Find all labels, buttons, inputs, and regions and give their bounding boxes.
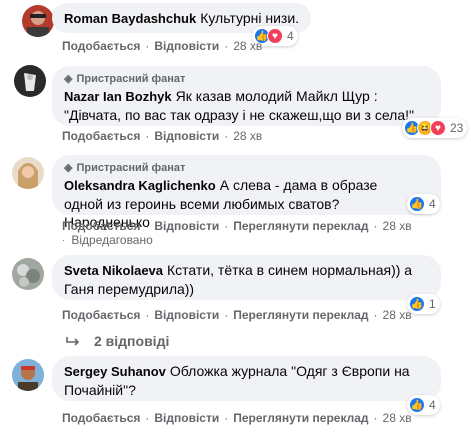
see-translation-link[interactable]: Переглянути переклад	[233, 410, 368, 426]
reaction-count: 4	[287, 29, 294, 43]
badge-label: Пристрасний фанат	[76, 73, 186, 85]
like-button[interactable]: Подобається	[62, 128, 140, 144]
love-icon: ♥	[267, 28, 283, 44]
reply-arrow-icon	[66, 337, 80, 346]
fan-badge: ◈ Пристрасний фанат	[64, 72, 429, 86]
love-icon: ♥	[430, 120, 446, 136]
reply-button[interactable]: Відповісти	[154, 38, 219, 54]
avatar[interactable]	[12, 157, 44, 189]
timestamp[interactable]: 28 хв	[233, 38, 262, 54]
fan-badge: ◈ Пристрасний фанат	[64, 161, 429, 175]
avatar[interactable]	[12, 258, 44, 290]
comment-actions: Подобається · Відповісти · Переглянути п…	[62, 410, 412, 426]
timestamp[interactable]: 28 хв	[383, 307, 412, 323]
like-button[interactable]: Подобається	[62, 218, 140, 234]
like-button[interactable]: Подобається	[62, 38, 140, 54]
comment-actions: Подобається · Відповісти · Переглянути п…	[62, 307, 412, 323]
comment-actions: Подобається · Відповісти · 28 хв	[62, 38, 263, 54]
timestamp[interactable]: 28 хв	[383, 410, 412, 426]
comment-bubble: ◈ Пристрасний фанат Oleksandra Kaglichen…	[52, 155, 441, 230]
comment-author[interactable]: Nazar Ian Bozhyk	[64, 89, 172, 104]
diamond-icon: ◈	[64, 73, 73, 85]
comment-author[interactable]: Roman Baydashchuk	[64, 11, 196, 26]
reply-button[interactable]: Відповісти	[154, 307, 219, 323]
avatar[interactable]	[22, 5, 54, 37]
reactions-summary[interactable]: 👍 😆 ♥ 23	[402, 118, 468, 138]
reactions-summary[interactable]: 👍 4	[407, 395, 440, 415]
comment-author[interactable]: Sergey Suhanov	[64, 364, 166, 379]
comment-text: Культурні низи.	[200, 10, 300, 26]
see-translation-link[interactable]: Переглянути переклад	[233, 218, 368, 234]
avatar[interactable]	[12, 359, 44, 391]
like-button[interactable]: Подобається	[62, 410, 140, 426]
badge-label: Пристрасний фанат	[76, 162, 186, 174]
reaction-count: 4	[429, 197, 436, 211]
replies-count[interactable]: 2 відповіді	[94, 333, 169, 349]
reactions-summary[interactable]: 👍 4	[407, 194, 440, 214]
reaction-count: 1	[429, 297, 436, 311]
comment-author[interactable]: Sveta Nikolaeva	[64, 263, 163, 278]
like-button[interactable]: Подобається	[62, 307, 140, 323]
diamond-icon: ◈	[64, 162, 73, 174]
comment-bubble: Sveta Nikolaeva Кстати, тётка в синем нор…	[52, 255, 441, 300]
see-translation-link[interactable]: Переглянути переклад	[233, 307, 368, 323]
avatar[interactable]	[14, 65, 46, 97]
like-icon: 👍	[409, 196, 425, 212]
reactions-summary[interactable]: 👍 1	[407, 294, 440, 314]
comment-actions: Подобається · Відповісти · Переглянути п…	[62, 218, 412, 234]
comment-actions: Подобається · Відповісти · 28 хв	[62, 128, 263, 144]
comment-bubble: ◈ Пристрасний фанат Nazar Ian Bozhyk Як к…	[52, 66, 441, 126]
reply-button[interactable]: Відповісти	[154, 218, 219, 234]
reaction-count: 23	[450, 121, 464, 135]
comment-author[interactable]: Oleksandra Kaglichenko	[64, 178, 216, 193]
view-replies-link[interactable]: 2 відповіді	[66, 333, 169, 349]
reaction-count: 4	[429, 398, 436, 412]
timestamp[interactable]: 28 хв	[383, 218, 412, 234]
reply-button[interactable]: Відповісти	[154, 128, 219, 144]
comment-bubble: Sergey Suhanov Обложка журнала "Одяг з Єв…	[52, 356, 441, 401]
timestamp[interactable]: 28 хв	[233, 128, 262, 144]
edited-label: · Відредаговано	[62, 233, 153, 247]
reply-button[interactable]: Відповісти	[154, 410, 219, 426]
